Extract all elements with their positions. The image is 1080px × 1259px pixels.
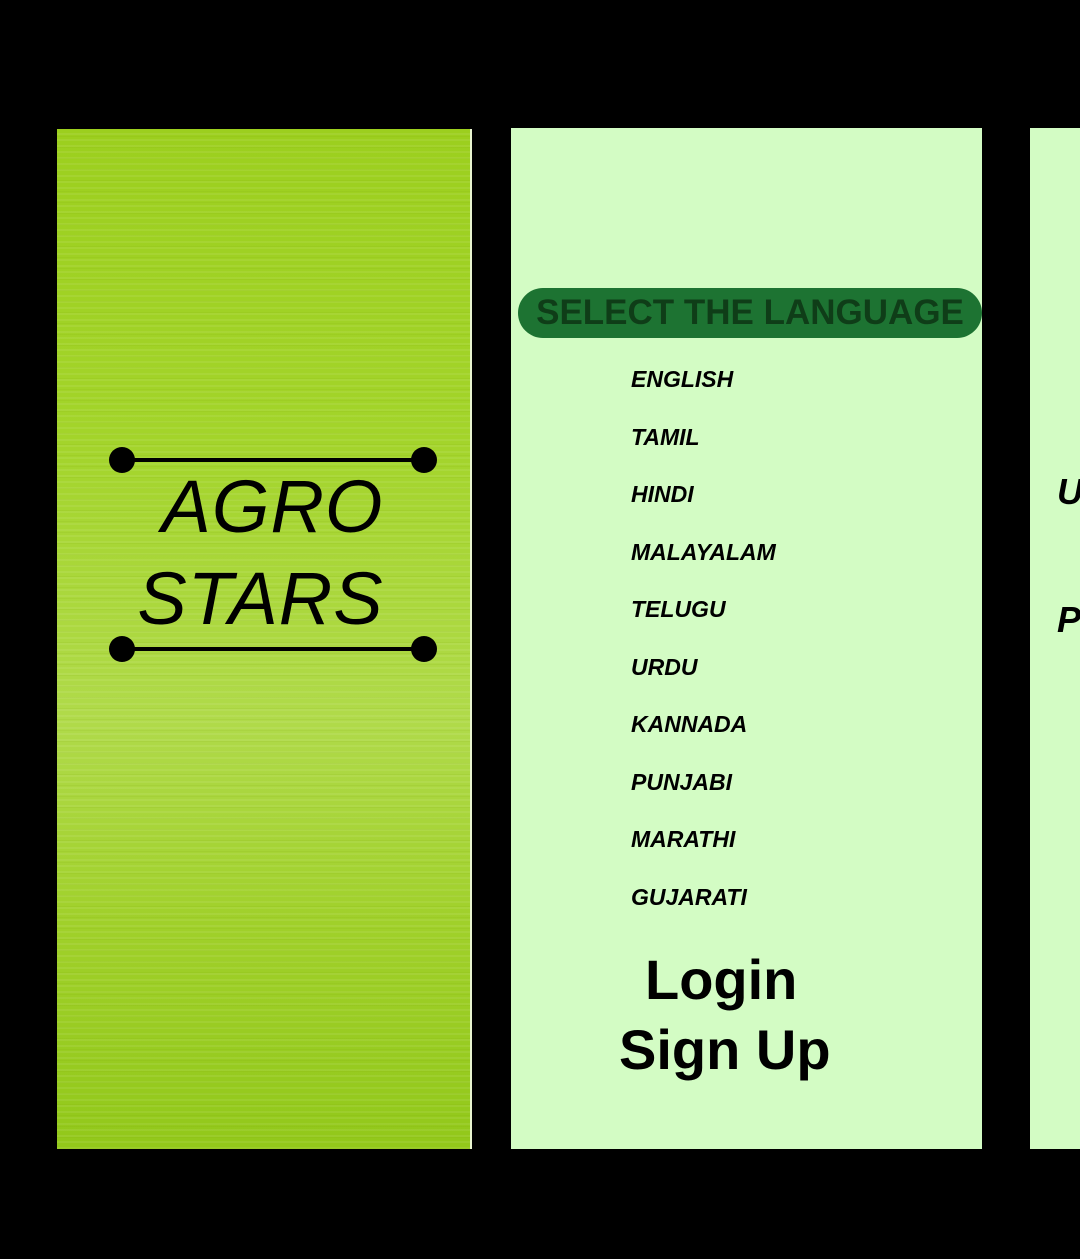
partial-panel: U P	[1030, 128, 1080, 1149]
language-option-hindi[interactable]: HINDI	[631, 479, 776, 537]
logo-bottom-left-dot	[109, 636, 135, 662]
language-option-punjabi[interactable]: PUNJABI	[631, 767, 776, 825]
logo-bottom-right-dot	[411, 636, 437, 662]
logo-bottom-line	[117, 647, 429, 651]
brand-title-line-2: STARS	[137, 557, 384, 640]
language-list: ENGLISH TAMIL HINDI MALAYALAM TELUGU URD…	[631, 364, 776, 939]
language-option-gujarati[interactable]: GUJARATI	[631, 882, 776, 940]
language-option-kannada[interactable]: KANNADA	[631, 709, 776, 767]
select-language-header: SELECT THE LANGUAGE	[518, 288, 982, 338]
logo-top-line	[117, 458, 429, 462]
brand-title-line-1: AGRO	[161, 465, 384, 548]
language-option-telugu[interactable]: TELUGU	[631, 594, 776, 652]
login-button[interactable]: Login	[645, 952, 797, 1008]
partial-label-1: U	[1057, 474, 1080, 510]
language-option-tamil[interactable]: TAMIL	[631, 422, 776, 480]
logo-bottom-bar	[109, 636, 437, 662]
language-option-marathi[interactable]: MARATHI	[631, 824, 776, 882]
language-panel: SELECT THE LANGUAGE ENGLISH TAMIL HINDI …	[511, 128, 982, 1149]
splash-panel: AGRO STARS	[57, 129, 472, 1149]
language-option-urdu[interactable]: URDU	[631, 652, 776, 710]
language-option-malayalam[interactable]: MALAYALAM	[631, 537, 776, 595]
signup-button[interactable]: Sign Up	[619, 1022, 831, 1078]
language-option-english[interactable]: ENGLISH	[631, 364, 776, 422]
partial-label-2: P	[1057, 599, 1080, 640]
